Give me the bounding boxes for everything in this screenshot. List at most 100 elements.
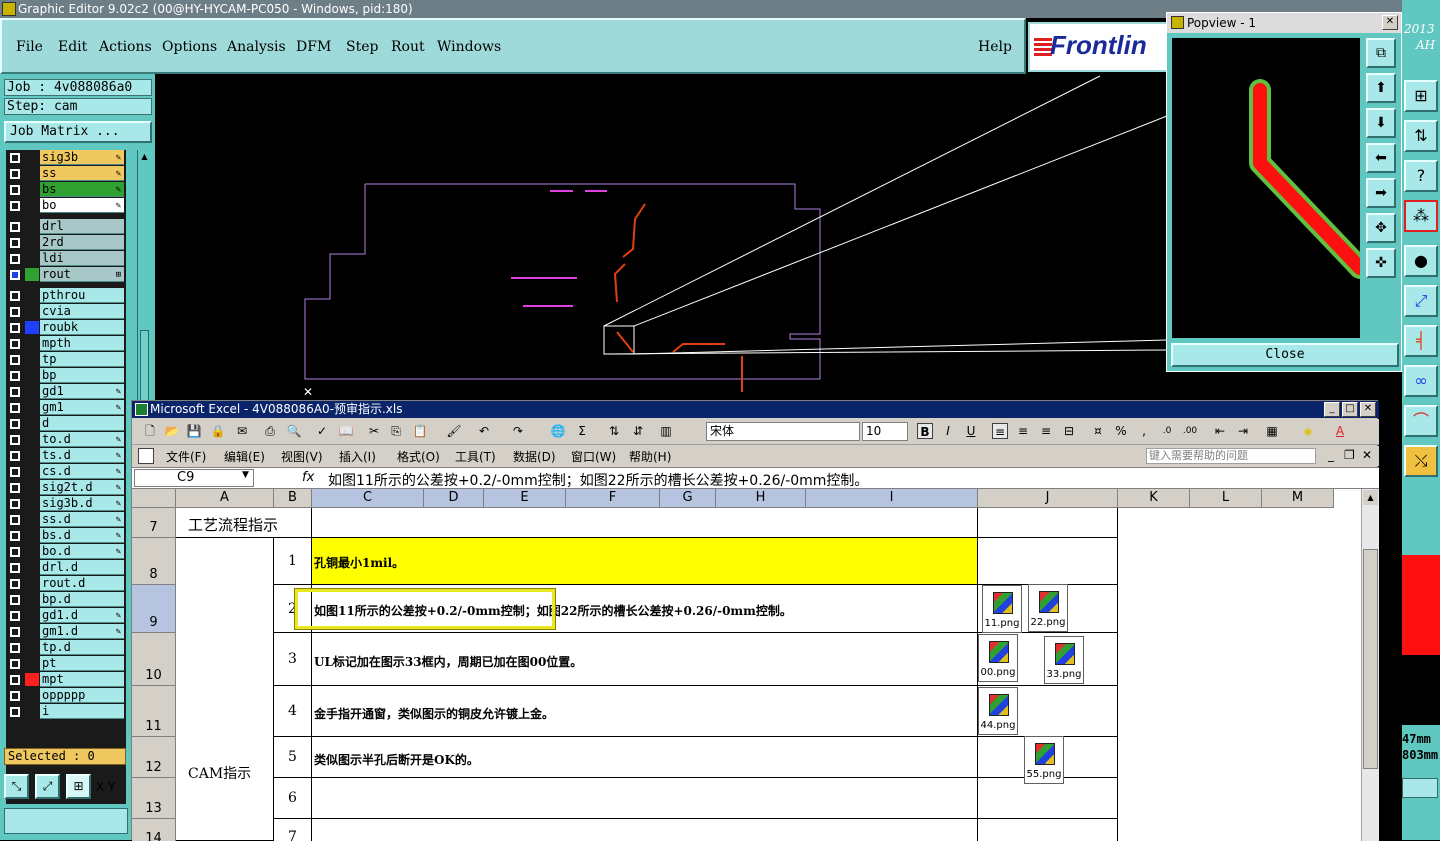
layer-name[interactable]: 2rd [40,235,124,250]
popview-close-button[interactable]: Close [1171,343,1399,367]
layer-name[interactable]: oppppp [40,688,124,703]
underline-icon[interactable]: U [963,423,979,439]
italic-icon[interactable]: I [940,423,956,439]
decrease-decimal-icon[interactable]: .00 [1182,423,1198,439]
col-header-i[interactable]: I [806,489,978,508]
layer-color-swatch[interactable] [25,199,39,212]
layer-color-swatch[interactable] [25,353,39,366]
col-header-h[interactable]: H [716,489,806,508]
cell-j8[interactable] [978,538,1118,585]
layer-row[interactable]: gm1 ✎ [6,400,126,415]
layer-checkbox[interactable] [10,707,20,717]
layer-name[interactable]: gd1.d ✎ [40,608,124,623]
menu-step[interactable]: Step [346,39,378,55]
print-icon[interactable]: ⎙ [262,423,278,439]
layer-name[interactable]: gm1.d ✎ [40,624,124,639]
layer-name[interactable]: pt [40,656,124,671]
layer-checkbox[interactable] [10,371,20,381]
layer-name[interactable]: i [40,704,124,719]
layer-row[interactable]: to.d ✎ [6,432,126,447]
grid-snap-icon[interactable]: ⊞ [66,774,91,799]
layer-name[interactable]: ldi [40,251,124,266]
col-header-e[interactable]: E [484,489,566,508]
layer-color-swatch[interactable] [25,167,39,180]
layer-name[interactable]: cs.d ✎ [40,464,124,479]
layer-row[interactable]: cvia [6,304,126,319]
row-header-14[interactable]: 14 [132,819,176,841]
file-icon-22[interactable]: 22.png [1028,584,1068,632]
layer-row[interactable]: oppppp [6,688,126,703]
col-header-c[interactable]: C [312,489,424,508]
layer-color-swatch[interactable] [25,268,39,281]
layer-name[interactable]: bs.d ✎ [40,528,124,543]
print-preview-icon[interactable]: 🔍 [286,423,302,439]
row-header-13[interactable]: 13 [132,778,176,819]
circles-icon[interactable]: ∞ [1404,365,1438,397]
cam-canvas[interactable]: ✕ [155,74,1168,400]
layer-name[interactable]: gm1 ✎ [40,400,124,415]
col-header-b[interactable]: B [274,489,312,508]
layer-checkbox[interactable] [10,201,20,211]
layer-color-swatch[interactable] [25,577,39,590]
research-icon[interactable]: 📖 [338,423,354,439]
layer-checkbox[interactable] [10,691,20,701]
layer-checkbox[interactable] [10,153,20,163]
excel-minimize-button[interactable]: _ [1324,402,1340,417]
popview-zoom-icon[interactable]: ⧉ [1366,38,1396,68]
layer-checkbox[interactable] [10,355,20,365]
bold-icon[interactable]: B [917,423,933,439]
layer-checkbox[interactable] [10,254,20,264]
layer-row[interactable]: bs ✎ [6,182,126,197]
help-icon[interactable]: ? [1404,160,1438,192]
layer-checkbox[interactable] [10,675,20,685]
cut-icon[interactable]: ✂ [366,423,382,439]
scroll-up-icon[interactable]: ▲ [139,152,150,162]
layer-row[interactable]: sig2t.d ✎ [6,480,126,495]
layer-row[interactable]: mpth [6,336,126,351]
cell-j13[interactable] [978,778,1118,819]
layer-row[interactable]: rout.d [6,576,126,591]
col-header-d[interactable]: D [424,489,484,508]
layer-name[interactable]: bs ✎ [40,182,124,197]
layer-color-swatch[interactable] [25,449,39,462]
layer-name[interactable]: drl [40,219,124,234]
layer-color-swatch[interactable] [25,289,39,302]
cell-a7[interactable]: 工艺流程指示 [176,508,312,538]
cell-c12[interactable]: 类似图示半孔后断开是OK的。 [312,737,978,778]
excel-maximize-button[interactable]: □ [1342,402,1358,417]
layer-checkbox[interactable] [10,627,20,637]
fx-label[interactable]: fx [302,470,314,485]
doc-close-button[interactable]: ✕ [1362,448,1372,462]
layer-name[interactable]: bp [40,368,124,383]
formula-input[interactable]: 如图11所示的公差按+0.2/-0mm控制；如图22所示的槽长公差按+0.26/… [328,470,868,490]
layer-row[interactable]: sig3b.d ✎ [6,496,126,511]
rout-icon[interactable]: ╡ [1404,325,1438,357]
file-icon-11[interactable]: 11.png [982,585,1022,633]
cell-c10[interactable]: UL标记加在图示33框内，周期已加在图00位置。 [312,633,978,686]
layer-row[interactable]: tp.d [6,640,126,655]
layer-color-swatch[interactable] [25,481,39,494]
layer-name[interactable]: bo.d ✎ [40,544,124,559]
excel-menu-data[interactable]: 数据(D) [513,448,556,465]
layer-name[interactable]: roubk [40,320,124,335]
layer-color-swatch[interactable] [25,545,39,558]
open-icon[interactable]: 📂 [164,423,180,439]
popview-pan-icon[interactable]: ✜ [1366,248,1396,278]
cell-c7[interactable] [312,508,978,538]
layer-checkbox[interactable] [10,307,20,317]
cell-b11[interactable]: 4 [274,686,312,737]
excel-menu-file[interactable]: 文件(F) [166,448,206,465]
excel-menu-format[interactable]: 格式(O) [397,448,440,465]
layer-color-swatch[interactable] [25,465,39,478]
layer-row[interactable]: cs.d ✎ [6,464,126,479]
job-matrix-button[interactable]: Job Matrix ... [4,121,152,143]
email-icon[interactable]: ✉ [234,423,250,439]
col-header-f[interactable]: F [566,489,660,508]
cell-j14[interactable] [978,819,1118,841]
layer-color-swatch[interactable] [25,705,39,718]
excel-vertical-scrollbar[interactable]: ▲ [1361,489,1379,841]
row-header-7[interactable]: 7 [132,508,176,538]
merge-center-icon[interactable]: ⊟ [1061,423,1077,439]
borders-icon[interactable]: ▦ [1264,423,1280,439]
file-icon-55[interactable]: 55.png [1024,736,1064,784]
